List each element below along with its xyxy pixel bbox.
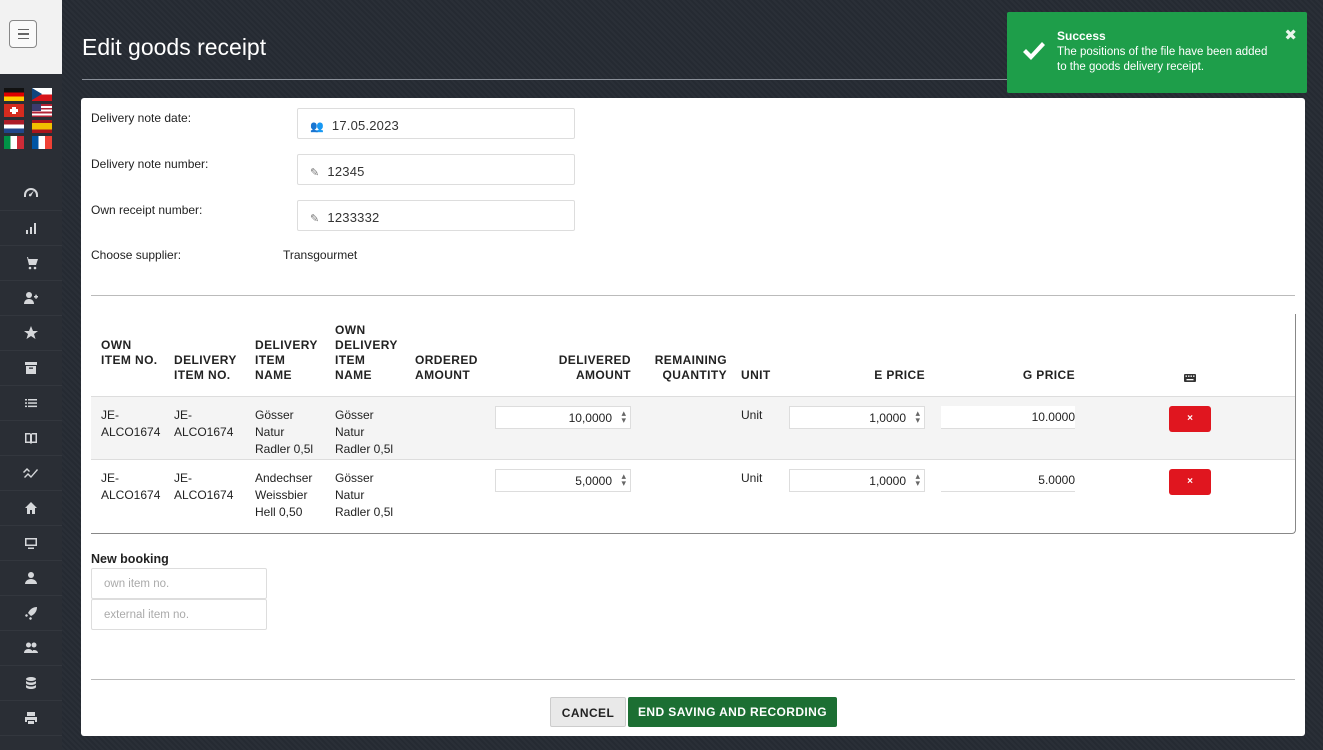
- own-receipt-label: Own receipt number:: [91, 203, 203, 217]
- delivered-amount-value: 5,0000: [575, 474, 612, 488]
- cell-own-item-no: JE-ALCO1674: [101, 408, 161, 439]
- positions-table: OWN ITEM NO. DELIVERY ITEM NO. DELIVERY …: [91, 314, 1296, 534]
- cart-icon[interactable]: [0, 246, 62, 281]
- e-price-value: 1,0000: [869, 411, 906, 425]
- menu-toggle-area: [0, 0, 62, 74]
- cell-unit: Unit: [741, 471, 763, 485]
- delete-row-button[interactable]: ×: [1169, 469, 1211, 495]
- header-delivered-amount: DELIVERED AMOUNT: [558, 353, 631, 382]
- flag-nl-icon[interactable]: [4, 120, 24, 133]
- users-icon: 👥: [310, 121, 324, 133]
- flag-it-icon[interactable]: [4, 136, 24, 149]
- cancel-button[interactable]: CANCEL: [550, 697, 626, 727]
- toast-message: The positions of the file have been adde…: [1057, 46, 1268, 73]
- stepper-icon[interactable]: ▴ ▾: [621, 472, 626, 488]
- header-ordered-amount: ORDERED AMOUNT: [415, 353, 478, 382]
- footer-divider: [91, 679, 1295, 680]
- keyboard-icon: [1184, 374, 1196, 382]
- stepper-icon[interactable]: ▴ ▾: [915, 409, 920, 425]
- delivery-date-label: Delivery note date:: [91, 111, 192, 125]
- hamburger-menu-icon[interactable]: [9, 20, 37, 48]
- cell-delivery-item-no: JE-ALCO1674: [174, 471, 234, 502]
- delete-row-button[interactable]: ×: [1169, 406, 1211, 432]
- cell-own-delivery-item-name: Gösser Natur Radler 0,5l: [335, 408, 394, 456]
- cell-own-delivery-item-name: Gösser Natur Radler 0,5l: [335, 471, 394, 519]
- delivery-number-label: Delivery note number:: [91, 157, 209, 171]
- cell-delivery-item-no: JE-ALCO1674: [174, 408, 234, 439]
- database-icon[interactable]: [0, 666, 62, 701]
- cell-own-item-no: JE-ALCO1674: [101, 471, 161, 502]
- supplier-label: Choose supplier:: [91, 248, 182, 262]
- toast-title: Success: [1057, 29, 1106, 43]
- header-delivery-item-name: DELIVERY ITEM NAME: [255, 338, 318, 382]
- list-icon[interactable]: [0, 386, 62, 421]
- print-icon[interactable]: [0, 701, 62, 736]
- pencil-icon: ✎: [310, 167, 320, 179]
- flag-cz-icon[interactable]: [32, 88, 52, 101]
- sidebar: [0, 0, 62, 750]
- goods-receipt-panel: Delivery note date: 👥 17.05.2023 Delivery…: [81, 98, 1305, 736]
- cell-delivery-item-name: Gösser Natur Radler 0,5l: [255, 408, 314, 456]
- g-price-input[interactable]: 10.0000: [941, 406, 1075, 429]
- header-e-price: E PRICE: [874, 368, 925, 382]
- user-icon[interactable]: [0, 561, 62, 596]
- dashboard-icon[interactable]: [0, 176, 62, 211]
- delivered-amount-input[interactable]: 10,0000 ▴ ▾: [495, 406, 631, 429]
- e-price-input[interactable]: 1,0000 ▴ ▾: [789, 406, 925, 429]
- check-icon: [1023, 42, 1045, 60]
- success-toast: Success The positions of the file have b…: [1007, 12, 1307, 93]
- own-item-no-input[interactable]: own item no.: [91, 568, 267, 599]
- rocket-icon[interactable]: [0, 596, 62, 631]
- book-icon[interactable]: [0, 421, 62, 456]
- flag-us-icon[interactable]: [32, 104, 52, 117]
- own-receipt-value: 1233332: [327, 210, 380, 225]
- pencil-icon: ✎: [310, 213, 320, 225]
- flag-fr-icon[interactable]: [32, 136, 52, 149]
- cell-delivery-item-name: Andechser Weissbier Hell 0,50: [255, 471, 313, 519]
- trend-icon[interactable]: [0, 456, 62, 491]
- header-g-price: G PRICE: [1022, 368, 1075, 382]
- chart-icon[interactable]: [0, 211, 62, 246]
- delivery-number-value: 12345: [327, 164, 365, 179]
- e-price-input[interactable]: 1,0000 ▴ ▾: [789, 469, 925, 492]
- cell-unit: Unit: [741, 408, 763, 422]
- delivery-date-field[interactable]: 👥 17.05.2023: [297, 108, 575, 139]
- g-price-value: 10.0000: [1031, 410, 1075, 424]
- header-unit: UNIT: [741, 368, 771, 382]
- flag-es-icon[interactable]: [32, 120, 52, 133]
- end-saving-button[interactable]: END SAVING AND RECORDING: [628, 697, 837, 727]
- new-booking-label: New booking: [91, 552, 169, 566]
- star-icon[interactable]: [0, 316, 62, 351]
- home-icon[interactable]: [0, 491, 62, 526]
- language-flags: [4, 88, 54, 149]
- external-item-no-input[interactable]: external item no.: [91, 599, 267, 630]
- page-title: Edit goods receipt: [82, 34, 267, 60]
- header-own-delivery-item-name: OWN DELIVERY ITEM NAME: [335, 323, 398, 382]
- table-row: JE-ALCO1674 JE-ALCO1674 Andechser Weissb…: [91, 459, 1295, 522]
- header-own-item-no: OWN ITEM NO.: [101, 338, 158, 367]
- g-price-input[interactable]: 5.0000: [941, 469, 1075, 492]
- stepper-icon[interactable]: ▴ ▾: [915, 472, 920, 488]
- delivered-amount-value: 10,0000: [568, 411, 612, 425]
- delivery-number-field[interactable]: ✎ 12345: [297, 154, 575, 185]
- delivery-date-value: 17.05.2023: [331, 118, 399, 133]
- archive-icon[interactable]: [0, 351, 62, 386]
- users-icon[interactable]: [0, 631, 62, 666]
- stepper-icon[interactable]: ▴ ▾: [621, 409, 626, 425]
- supplier-value[interactable]: Transgourmet: [283, 248, 357, 262]
- flag-de-icon[interactable]: [4, 88, 24, 101]
- table-row: JE-ALCO1674 JE-ALCO1674 Gösser Natur Rad…: [91, 396, 1295, 459]
- monitor-icon[interactable]: [0, 526, 62, 561]
- flag-ch-icon[interactable]: [4, 104, 24, 117]
- section-divider: [91, 295, 1295, 296]
- close-icon[interactable]: ✖: [1284, 26, 1297, 44]
- delivered-amount-input[interactable]: 5,0000 ▴ ▾: [495, 469, 631, 492]
- sidebar-nav: [0, 176, 62, 736]
- header-delivery-item-no: DELIVERY ITEM NO.: [174, 353, 237, 382]
- e-price-value: 1,0000: [869, 474, 906, 488]
- header-remaining-quantity: REMAINING QUANTITY: [654, 353, 727, 382]
- g-price-value: 5.0000: [1038, 473, 1075, 487]
- own-receipt-field[interactable]: ✎ 1233332: [297, 200, 575, 231]
- add-user-icon[interactable]: [0, 281, 62, 316]
